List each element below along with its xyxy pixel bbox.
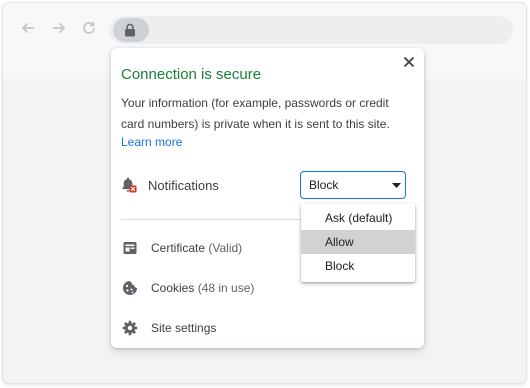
certificate-status: (Valid)	[208, 241, 243, 255]
certificate-label: Certificate	[151, 241, 206, 255]
gear-icon	[122, 320, 138, 336]
certificate-row[interactable]: Certificate (Valid)	[151, 241, 242, 255]
page-info-popup: Connection is secure Your information (f…	[111, 48, 424, 348]
connection-status-title: Connection is secure	[121, 66, 262, 83]
notifications-label: Notifications	[148, 178, 219, 193]
option-ask-default[interactable]: Ask (default)	[301, 206, 415, 230]
notifications-permission-select[interactable]: Block	[300, 171, 406, 199]
chevron-down-icon	[392, 183, 401, 188]
option-block[interactable]: Block	[301, 254, 415, 278]
learn-more-link[interactable]: Learn more	[121, 133, 182, 151]
site-settings-row[interactable]: Site settings	[151, 321, 216, 335]
cookies-count: (48 in use)	[197, 281, 255, 295]
cookies-row[interactable]: Cookies (48 in use)	[151, 281, 254, 295]
forward-arrow-icon[interactable]	[50, 19, 68, 37]
address-bar[interactable]	[109, 16, 513, 44]
connection-description: Your information (for example, passwords…	[121, 96, 390, 131]
notifications-options-dropdown: Ask (default) Allow Block	[301, 204, 415, 282]
site-info-button[interactable]	[113, 18, 149, 42]
option-allow[interactable]: Allow	[301, 230, 415, 254]
reload-icon[interactable]	[80, 19, 98, 37]
cookie-icon	[123, 281, 137, 295]
bell-blocked-icon	[122, 177, 137, 193]
cookies-label: Cookies	[151, 281, 195, 295]
certificate-icon	[123, 242, 137, 254]
back-arrow-icon[interactable]	[19, 19, 37, 37]
select-value: Block	[309, 178, 339, 192]
close-icon[interactable]	[401, 54, 417, 70]
lock-icon	[125, 23, 135, 37]
